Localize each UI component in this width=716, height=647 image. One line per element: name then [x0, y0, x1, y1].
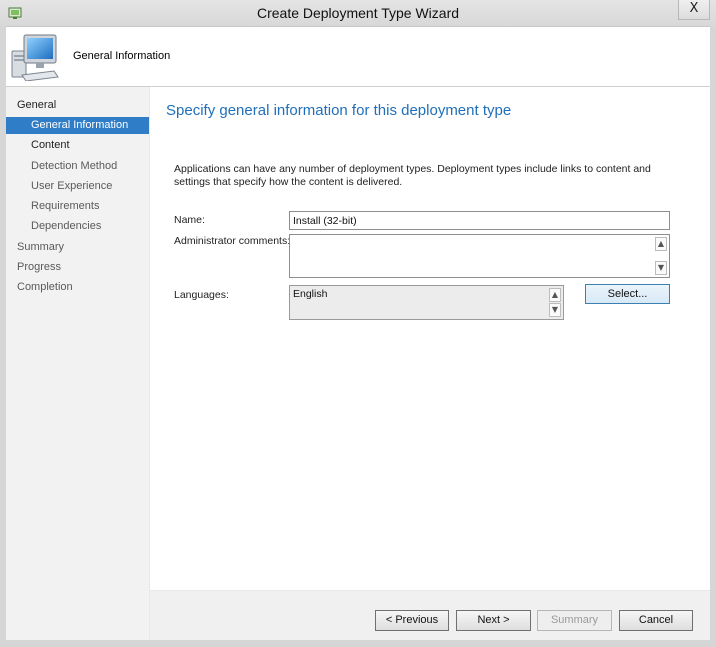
administrator-comments-input[interactable]: ▲ ▼ [289, 234, 670, 278]
languages-list[interactable]: English ▲ ▼ [289, 285, 564, 320]
nav-item-general-information[interactable]: General Information [6, 117, 149, 134]
window-frame-bottom [0, 640, 716, 647]
scroll-down-icon[interactable]: ▼ [655, 261, 667, 275]
wizard-header: General Information [6, 27, 710, 87]
wizard-footer: < Previous Next > Summary Cancel [150, 591, 710, 640]
name-input[interactable] [289, 211, 670, 230]
nav-item-content[interactable]: Content [6, 137, 70, 154]
header-title: General Information [73, 50, 171, 62]
languages-scrollbar[interactable]: ▲ ▼ [548, 287, 562, 318]
administrator-comments-label: Administrator comments: [174, 235, 291, 247]
nav-item-summary[interactable]: Summary [6, 239, 64, 256]
window-title: Create Deployment Type Wizard [256, 5, 460, 21]
languages-label: Languages: [174, 289, 229, 301]
comments-scrollbar[interactable]: ▲ ▼ [654, 236, 668, 276]
wizard-page: Specify general information for this dep… [150, 87, 710, 590]
cancel-button[interactable]: Cancel [619, 610, 693, 631]
computer-icon [11, 34, 59, 81]
summary-button[interactable]: Summary [537, 610, 612, 631]
scroll-down-icon[interactable]: ▼ [549, 303, 561, 317]
nav-item-dependencies[interactable]: Dependencies [6, 218, 101, 235]
nav-item-general[interactable]: General [6, 97, 56, 114]
page-heading: Specify general information for this dep… [166, 102, 512, 119]
nav-item-completion[interactable]: Completion [6, 279, 73, 296]
nav-item-user-experience[interactable]: User Experience [6, 178, 112, 195]
next-button[interactable]: Next > [456, 610, 531, 631]
wizard-nav: General General Information Content Dete… [6, 87, 149, 640]
title-bar: Create Deployment Type Wizard X [0, 0, 716, 27]
scroll-up-icon[interactable]: ▲ [549, 288, 561, 302]
window-frame-right [710, 26, 716, 647]
name-label: Name: [174, 214, 205, 226]
languages-value: English [293, 288, 328, 300]
nav-item-detection-method[interactable]: Detection Method [6, 158, 117, 175]
previous-button[interactable]: < Previous [375, 610, 449, 631]
select-languages-button[interactable]: Select... [585, 284, 670, 304]
close-button[interactable]: X [678, 0, 710, 20]
scroll-up-icon[interactable]: ▲ [655, 237, 667, 251]
nav-item-progress[interactable]: Progress [6, 259, 61, 276]
page-description: Applications can have any number of depl… [174, 163, 651, 188]
nav-item-requirements[interactable]: Requirements [6, 198, 99, 215]
